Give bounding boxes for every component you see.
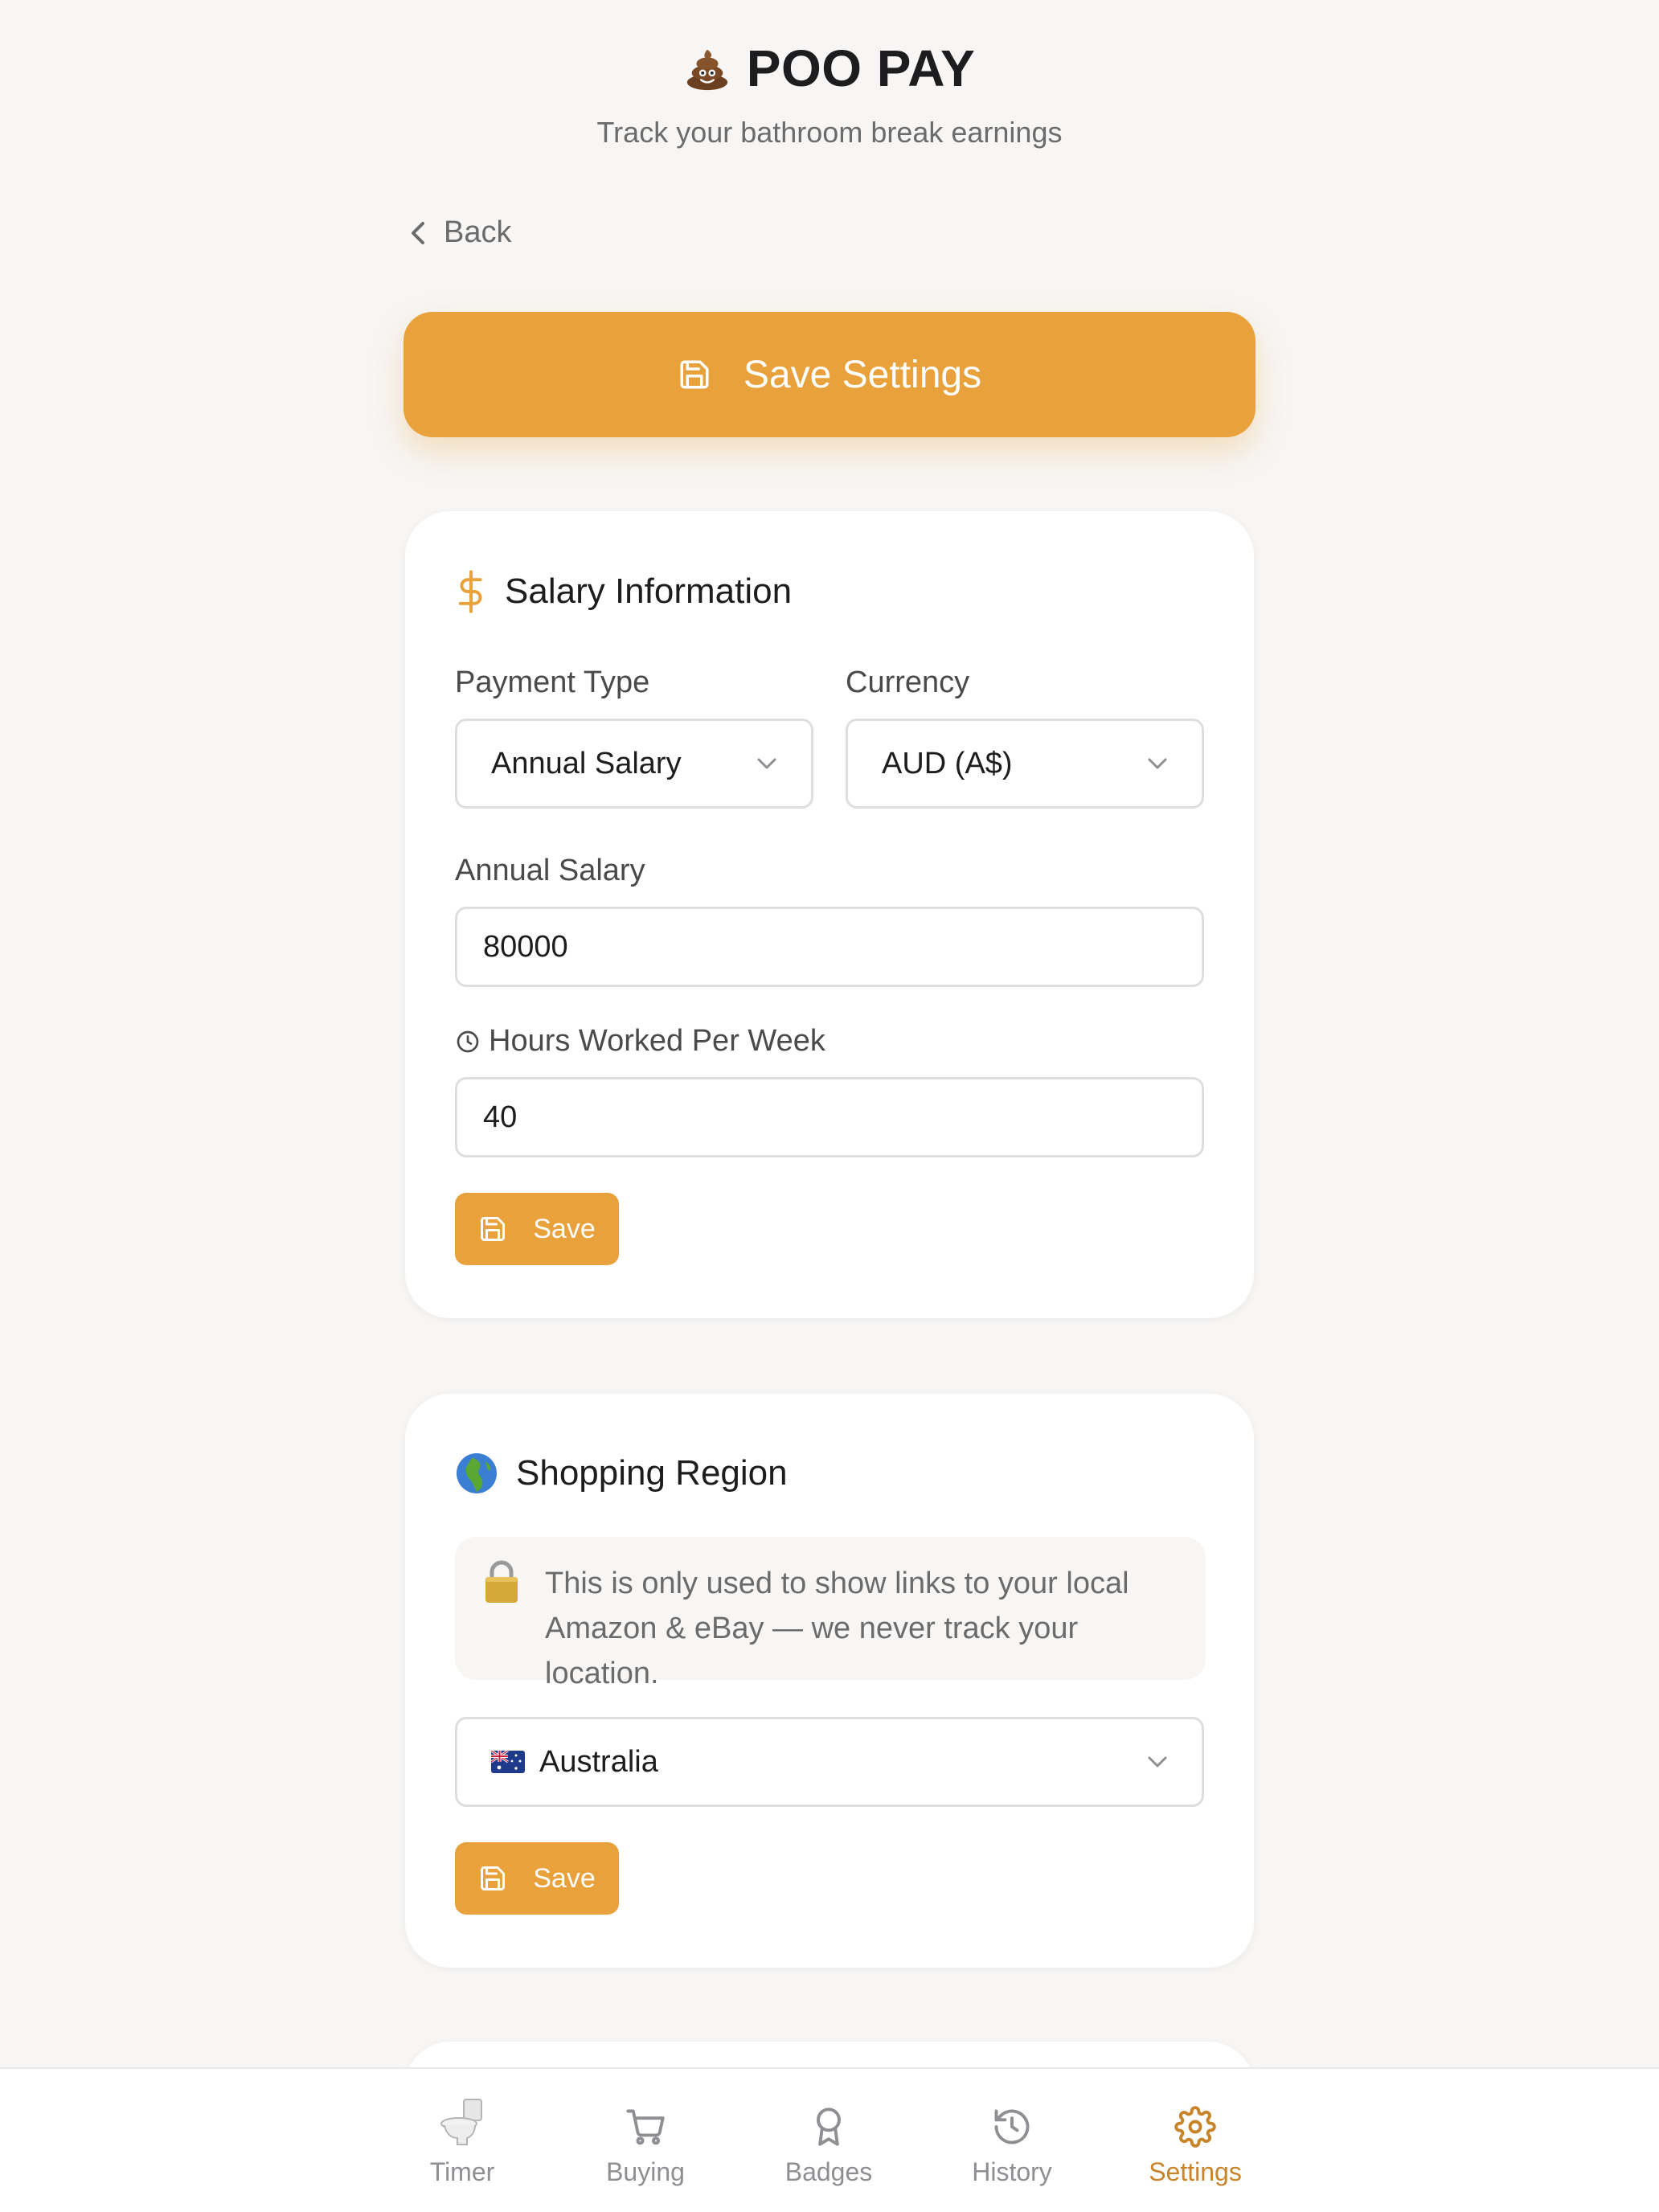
salary-card-title-text: Salary Information bbox=[505, 571, 793, 611]
hours-input[interactable]: 40 bbox=[455, 1077, 1204, 1157]
nav-icon-wrap bbox=[1174, 2096, 1216, 2148]
back-button[interactable]: Back bbox=[408, 215, 511, 250]
region-save-label: Save bbox=[533, 1862, 596, 1894]
region-card-title-text: Shopping Region bbox=[516, 1453, 788, 1493]
bottom-nav: Timer Buying Badges History Settings bbox=[0, 2067, 1659, 2212]
privacy-notice: This is only used to show links to your … bbox=[455, 1537, 1206, 1690]
nav-label-timer: Timer bbox=[429, 2157, 495, 2186]
chevron-down-icon bbox=[1148, 1756, 1167, 1768]
poo-emoji-icon bbox=[686, 49, 727, 91]
region-save-button[interactable]: Save bbox=[455, 1842, 619, 1915]
salary-card-title: Salary Information bbox=[455, 569, 792, 614]
globe-icon bbox=[457, 1453, 497, 1493]
chevron-left-icon bbox=[412, 221, 424, 244]
country-value: Australia bbox=[539, 1744, 658, 1779]
nav-icon-wrap bbox=[625, 2096, 666, 2148]
payment-type-select[interactable]: Annual Salary bbox=[455, 719, 813, 809]
settings-page: POO PAY Track your bathroom break earnin… bbox=[0, 0, 1659, 2212]
save-settings-button[interactable]: Save Settings bbox=[403, 312, 1256, 437]
annual-salary-label: Annual Salary bbox=[455, 854, 645, 887]
toilet-icon bbox=[440, 2099, 482, 2145]
annual-salary-input[interactable]: 80000 bbox=[455, 907, 1204, 987]
nav-icon-wrap bbox=[808, 2096, 850, 2148]
lock-icon bbox=[485, 1560, 518, 1603]
nav-item-history[interactable]: History bbox=[932, 2096, 1092, 2187]
country-select-content: Australia bbox=[491, 1745, 658, 1780]
nav-label-history: History bbox=[972, 2157, 1052, 2186]
app-title-text: POO PAY bbox=[746, 39, 976, 97]
nav-item-settings[interactable]: Settings bbox=[1115, 2096, 1276, 2187]
nav-item-badges[interactable]: Badges bbox=[748, 2096, 909, 2187]
nav-item-buying[interactable]: Buying bbox=[565, 2096, 726, 2187]
gear-icon bbox=[1174, 2106, 1216, 2148]
currency-select[interactable]: AUD (A$) bbox=[846, 719, 1204, 809]
nav-icon-wrap bbox=[440, 2096, 485, 2148]
salary-card: Salary Information Payment Type Annual S… bbox=[405, 511, 1254, 1318]
app-title: POO PAY bbox=[684, 39, 976, 98]
hours-label: Hours Worked Per Week bbox=[455, 1024, 825, 1059]
nav-label-settings: Settings bbox=[1149, 2157, 1242, 2186]
region-card-title: Shopping Region bbox=[455, 1452, 788, 1495]
currency-value: AUD (A$) bbox=[882, 746, 1013, 780]
nav-label-badges: Badges bbox=[784, 2157, 873, 2186]
region-card: Shopping Region This is only used to sho… bbox=[405, 1394, 1254, 1968]
award-icon bbox=[817, 2108, 841, 2146]
currency-label: Currency bbox=[846, 666, 970, 699]
history-icon bbox=[994, 2109, 1030, 2144]
australia-flag-icon bbox=[491, 1751, 525, 1773]
nav-label-buying: Buying bbox=[606, 2157, 685, 2186]
clock-icon bbox=[457, 1030, 479, 1052]
hours-label-text: Hours Worked Per Week bbox=[489, 1024, 825, 1058]
privacy-notice-text: This is only used to show links to your … bbox=[545, 1567, 1129, 1690]
annual-salary-value: 80000 bbox=[483, 929, 568, 964]
save-icon bbox=[481, 1866, 506, 1890]
chevron-down-icon bbox=[757, 758, 776, 769]
country-select[interactable]: Australia bbox=[455, 1717, 1204, 1807]
app-header: POO PAY Track your bathroom break earnin… bbox=[0, 39, 1659, 150]
payment-type-value: Annual Salary bbox=[491, 746, 682, 780]
payment-type-label: Payment Type bbox=[455, 666, 650, 699]
back-label: Back bbox=[444, 215, 512, 249]
nav-item-timer[interactable]: Timer bbox=[382, 2096, 543, 2187]
chevron-down-icon bbox=[1148, 758, 1167, 769]
save-settings-label: Save Settings bbox=[743, 353, 982, 396]
save-icon bbox=[481, 1217, 506, 1241]
salary-save-button[interactable]: Save bbox=[455, 1193, 619, 1265]
hours-value: 40 bbox=[483, 1100, 518, 1134]
nav-icon-wrap bbox=[991, 2096, 1033, 2148]
dollar-icon bbox=[458, 570, 482, 613]
cart-icon bbox=[626, 2109, 665, 2145]
salary-save-label: Save bbox=[533, 1213, 596, 1244]
save-icon bbox=[680, 360, 709, 389]
app-subtitle: Track your bathroom break earnings bbox=[596, 116, 1063, 149]
